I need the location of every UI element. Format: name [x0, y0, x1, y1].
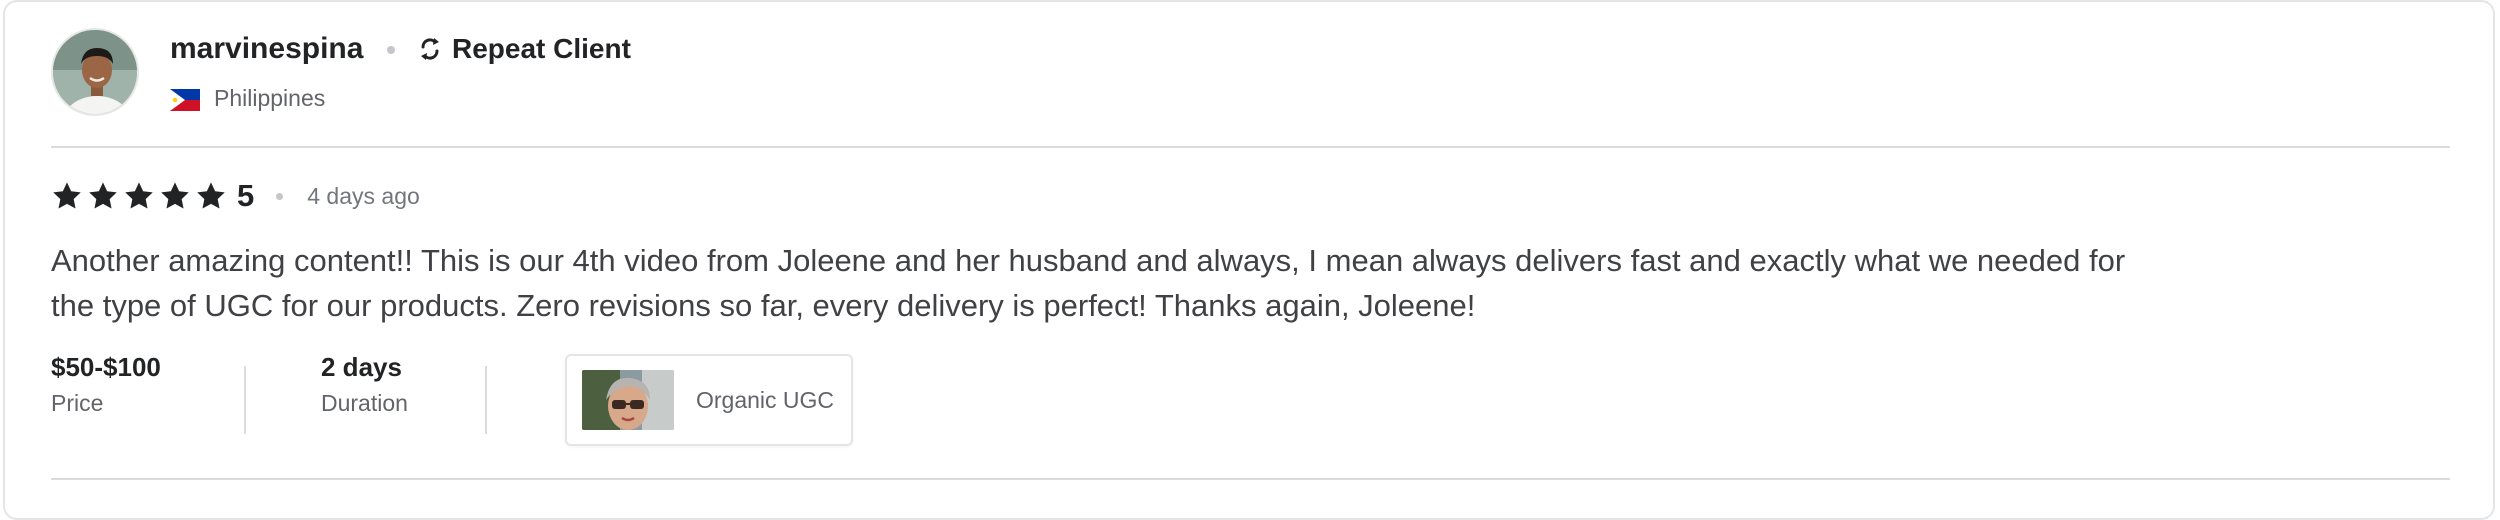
star-rating	[51, 180, 227, 212]
divider	[485, 366, 487, 434]
repeat-icon	[414, 33, 446, 65]
duration-info: 2 days Duration	[321, 350, 485, 420]
username[interactable]: marvinespina	[170, 29, 363, 69]
order-details: $50-$100 Price 2 days Duration	[51, 350, 487, 434]
user-avatar[interactable]	[51, 28, 139, 116]
star-icon	[159, 180, 191, 212]
star-icon	[51, 180, 83, 212]
duration-label: Duration	[321, 390, 408, 416]
repeat-client-badge: Repeat Client	[414, 29, 631, 69]
gig-thumbnail-image	[582, 370, 674, 430]
star-icon	[87, 180, 119, 212]
philippines-flag-icon	[170, 87, 200, 111]
price-label: Price	[51, 390, 104, 416]
review-text: Another amazing content!! This is our 4t…	[51, 243, 2126, 323]
rating-value: 5	[237, 178, 255, 213]
separator-dot	[276, 192, 284, 200]
divider	[51, 478, 2450, 480]
star-icon	[195, 180, 227, 212]
gig-link[interactable]: Organic UGC	[565, 354, 853, 446]
star-icon	[123, 180, 155, 212]
price-value: $50-$100	[51, 352, 161, 382]
duration-value: 2 days	[321, 352, 402, 382]
divider	[51, 146, 2450, 148]
separator-dot	[387, 46, 395, 54]
price-info: $50-$100 Price	[51, 350, 244, 420]
country-name: Philippines	[214, 85, 326, 111]
divider	[244, 366, 246, 434]
review-time: 4 days ago	[307, 182, 420, 209]
repeat-client-label: Repeat Client	[452, 33, 631, 64]
rating-row: 5 4 days ago	[51, 176, 420, 216]
gig-title: Organic UGC	[696, 386, 835, 413]
reviewer-country: Philippines	[170, 82, 325, 114]
